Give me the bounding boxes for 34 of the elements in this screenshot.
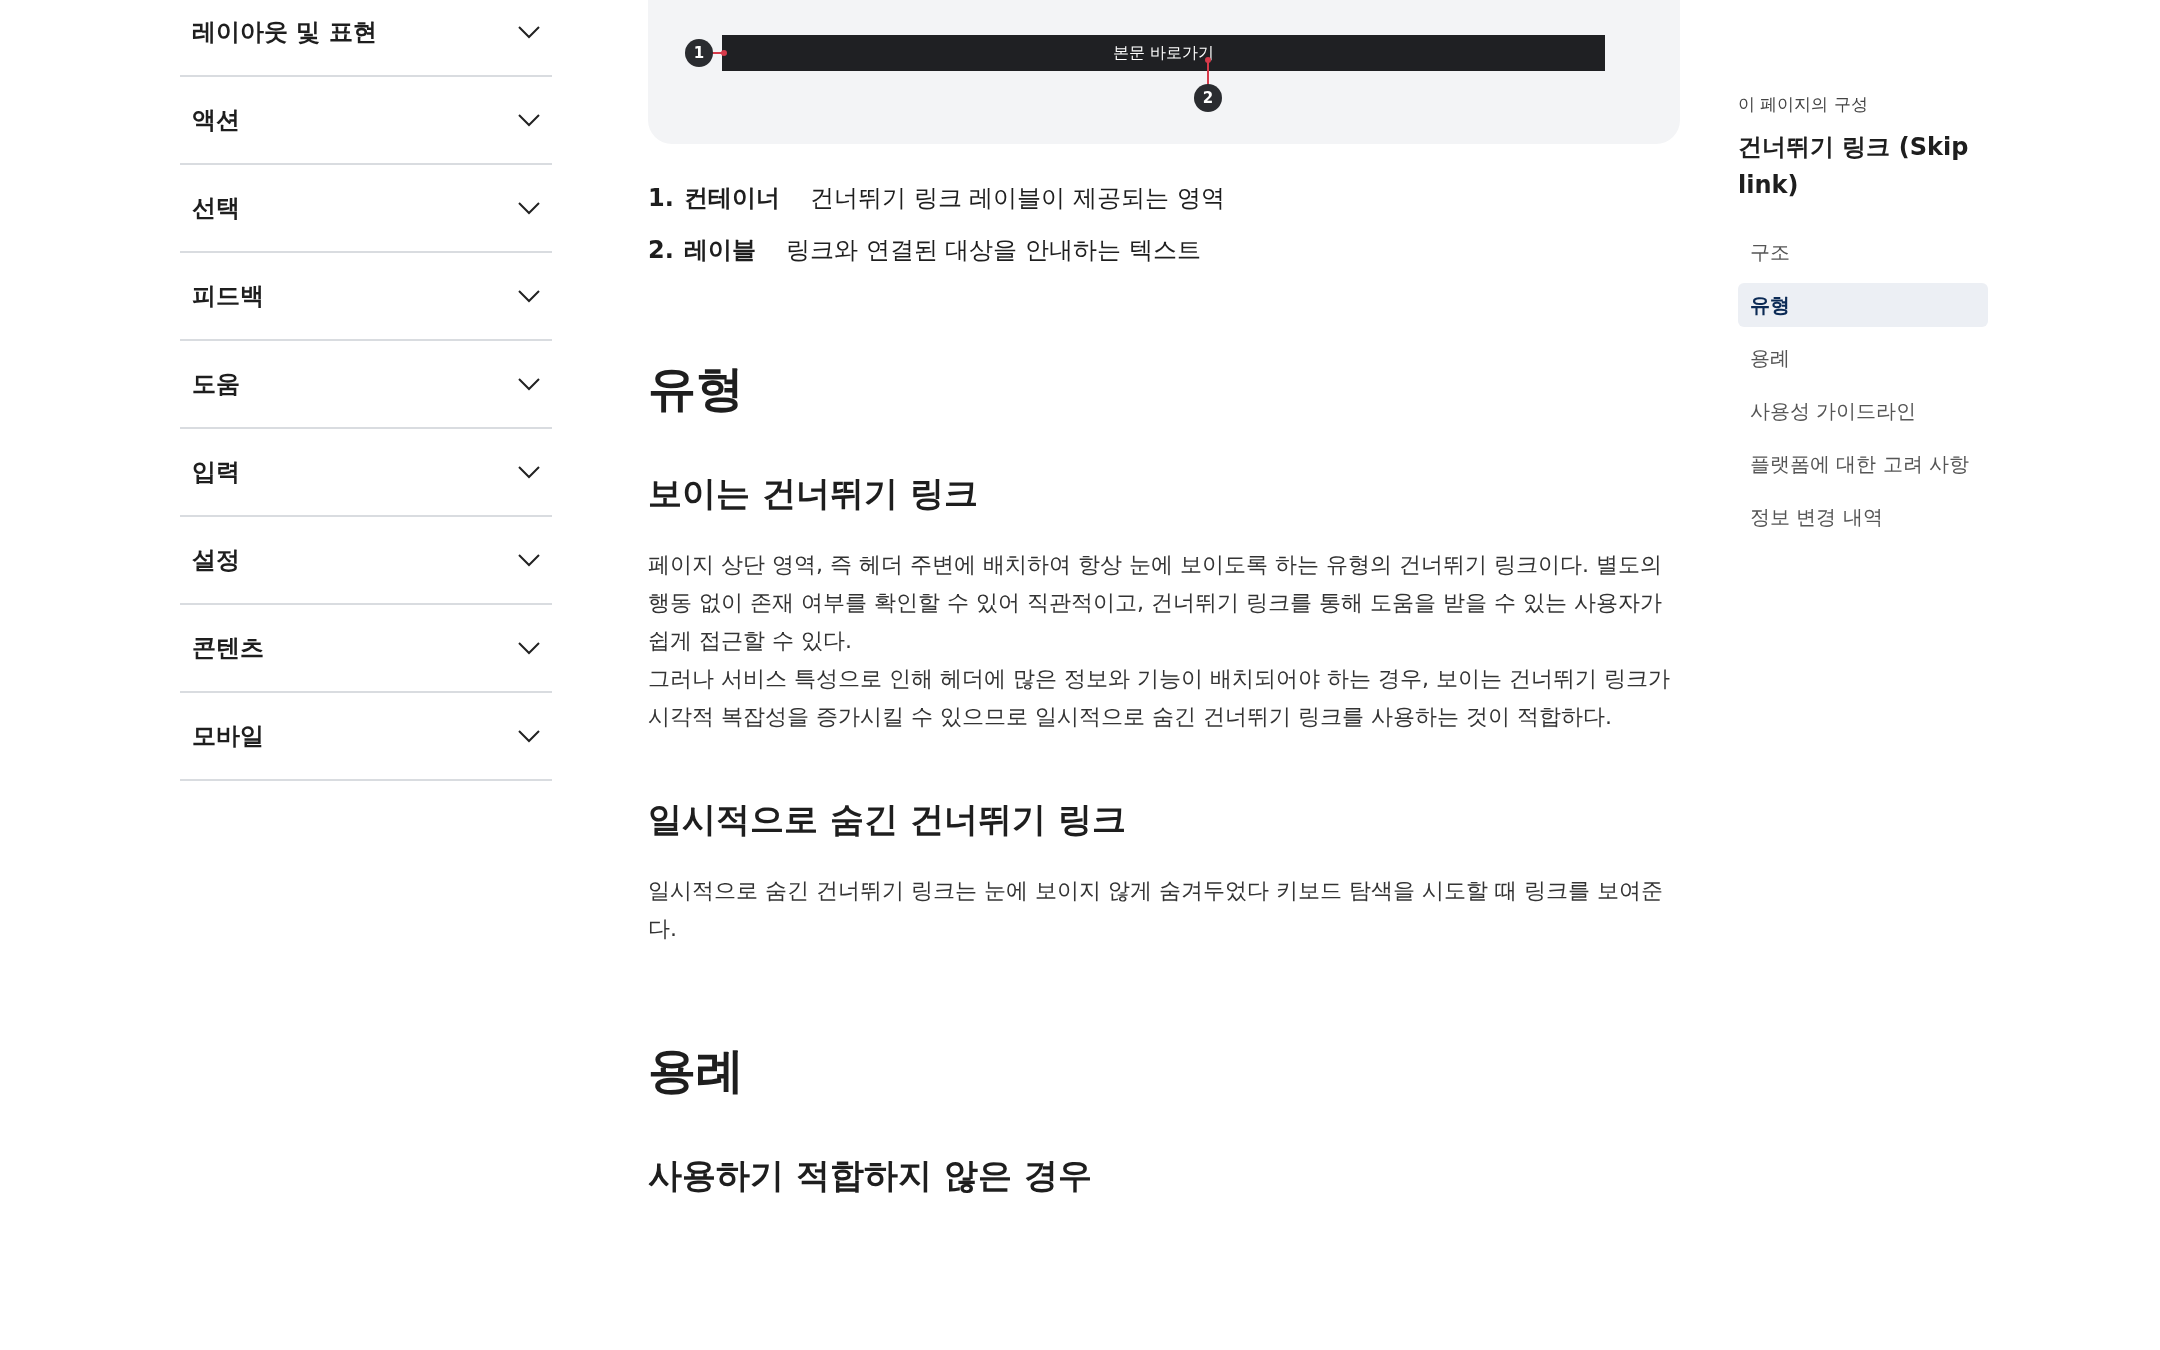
sidebar-item[interactable]: 피드백	[180, 253, 552, 341]
anatomy-term: 레이블	[684, 235, 756, 266]
list-number: 2.	[648, 235, 675, 266]
marker-badge: 2	[1194, 84, 1222, 112]
toc-link[interactable]: 유형	[1738, 282, 1988, 327]
sidebar-item[interactable]: 액션	[180, 77, 552, 165]
marker-badge: 1	[685, 39, 713, 67]
body-paragraph: 일시적으로 숨긴 건너뛰기 링크는 눈에 보이지 않게 숨겨두었다 키보드 탐색을 시도할 때 링크를 보여준다.	[648, 877, 1664, 943]
toc-link[interactable]: 플랫폼에 대한 고려 사항	[1738, 441, 1988, 486]
section-heading: 유형	[648, 359, 745, 418]
sidebar-item[interactable]: 레이아웃 및 표현	[180, 0, 552, 77]
sidebar-item[interactable]: 도움	[180, 341, 552, 429]
subsection-heading: 보이는 건너뛰기 링크	[648, 472, 979, 515]
sidebar-item[interactable]: 입력	[180, 429, 552, 517]
sidebar-item[interactable]: 콘텐츠	[180, 605, 552, 693]
skip-link-bar: 본문 바로가기	[722, 35, 1605, 71]
toc-link[interactable]: 용례	[1738, 335, 1988, 380]
anatomy-description: 건너뛰기 링크 레이블이 제공되는 영역	[810, 183, 1225, 214]
toc-link[interactable]: 사용성 가이드라인	[1738, 388, 1988, 433]
body-paragraph: 페이지 상단 영역, 즉 헤더 주변에 배치하여 항상 눈에 보이도록 하는 유형의 건너뛰기 링크이다. 별도의 행동 없이 존재 여부를 확인할 수 있어 직관적이고, 건너뛰기 링크를 통해 도움을 받을 수 있는 사용자가 쉽게 접근할 수 있다.	[648, 551, 1663, 655]
toc-link[interactable]: 구조	[1738, 229, 1988, 274]
sidebar-item[interactable]: 설정	[180, 517, 552, 605]
toc-title: 건너뛰기 링크 (Skip link)	[1738, 131, 1970, 201]
section-heading: 용례	[648, 1041, 745, 1100]
anatomy-description: 링크와 연결된 대상을 안내하는 텍스트	[786, 235, 1201, 266]
sidebar-item[interactable]: 선택	[180, 165, 552, 253]
subsection-heading: 사용하기 적합하지 않은 경우	[648, 1154, 1093, 1197]
sidebar-item[interactable]: 모바일	[180, 693, 552, 781]
anatomy-term: 컨테이너	[684, 183, 780, 214]
body-paragraph: 그러나 서비스 특성으로 인해 헤더에 많은 정보와 기능이 배치되어야 하는 경우, 보이는 건너뛰기 링크가 시각적 복잡성을 증가시킬 수 있으므로 일시적으로 숨긴 건너뛰기 링크를 사용하는 것이 적합하다.	[648, 665, 1671, 731]
list-number: 1.	[648, 183, 675, 214]
toc-link[interactable]: 정보 변경 내역	[1738, 494, 1988, 539]
subsection-heading: 일시적으로 숨긴 건너뛰기 링크	[648, 798, 1127, 841]
toc-caption: 이 페이지의 구성	[1738, 93, 1869, 116]
